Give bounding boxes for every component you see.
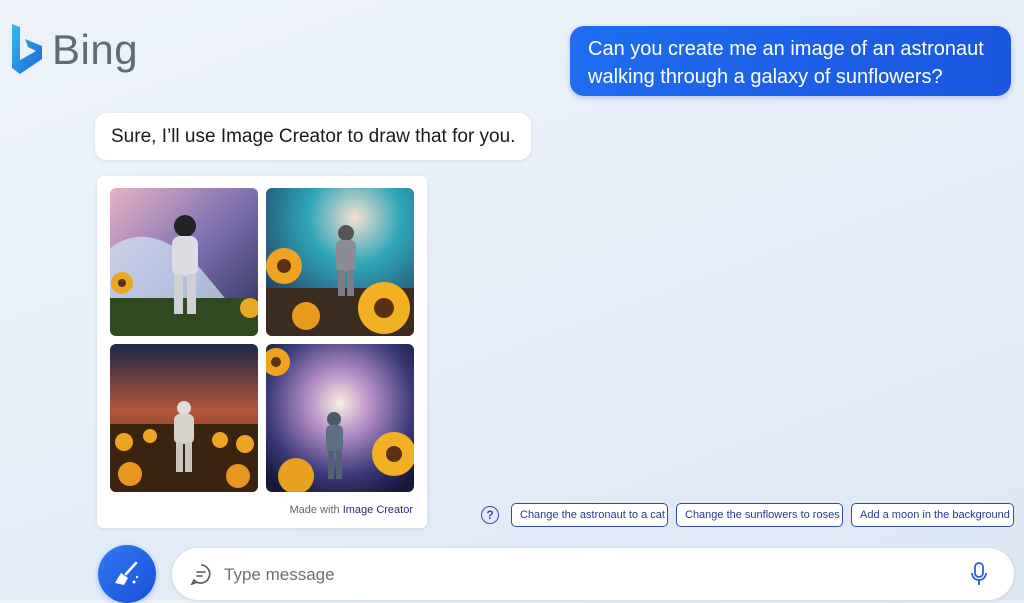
- broom-icon: [115, 561, 139, 585]
- microphone-icon[interactable]: [970, 561, 988, 587]
- suggestion-chip[interactable]: Change the astronaut to a cat: [511, 503, 668, 527]
- bing-logo[interactable]: Bing: [6, 22, 138, 78]
- new-topic-button[interactable]: [98, 545, 156, 603]
- generated-image-2[interactable]: [266, 188, 414, 336]
- bot-message-bubble: Sure, I’ll use Image Creator to draw tha…: [95, 113, 532, 160]
- suggestion-chip[interactable]: Add a moon in the background: [851, 503, 1014, 527]
- suggestion-chip[interactable]: Change the sunflowers to roses: [676, 503, 843, 527]
- image-card-footer: Made with Image Creator: [289, 504, 413, 516]
- footer-prefix: Made with: [289, 504, 340, 516]
- chat-bubble-icon: [190, 564, 211, 585]
- generated-image-1[interactable]: [110, 188, 258, 336]
- user-message-text: Can you create me an image of an astrona…: [588, 38, 984, 88]
- bing-logo-icon: [12, 24, 42, 74]
- user-message-bubble: Can you create me an image of an astrona…: [570, 26, 1011, 96]
- generated-image-3[interactable]: [110, 344, 258, 492]
- image-creator-link[interactable]: Image Creator: [343, 504, 413, 516]
- message-composer: [172, 548, 1014, 602]
- help-icon[interactable]: ?: [481, 506, 499, 524]
- generated-images-card: Made with Image Creator: [97, 176, 427, 528]
- bing-logo-text: Bing: [52, 26, 139, 73]
- generated-image-4[interactable]: [266, 344, 414, 492]
- bot-message-text: Sure, I’ll use Image Creator to draw tha…: [111, 125, 516, 147]
- message-input[interactable]: [222, 548, 926, 602]
